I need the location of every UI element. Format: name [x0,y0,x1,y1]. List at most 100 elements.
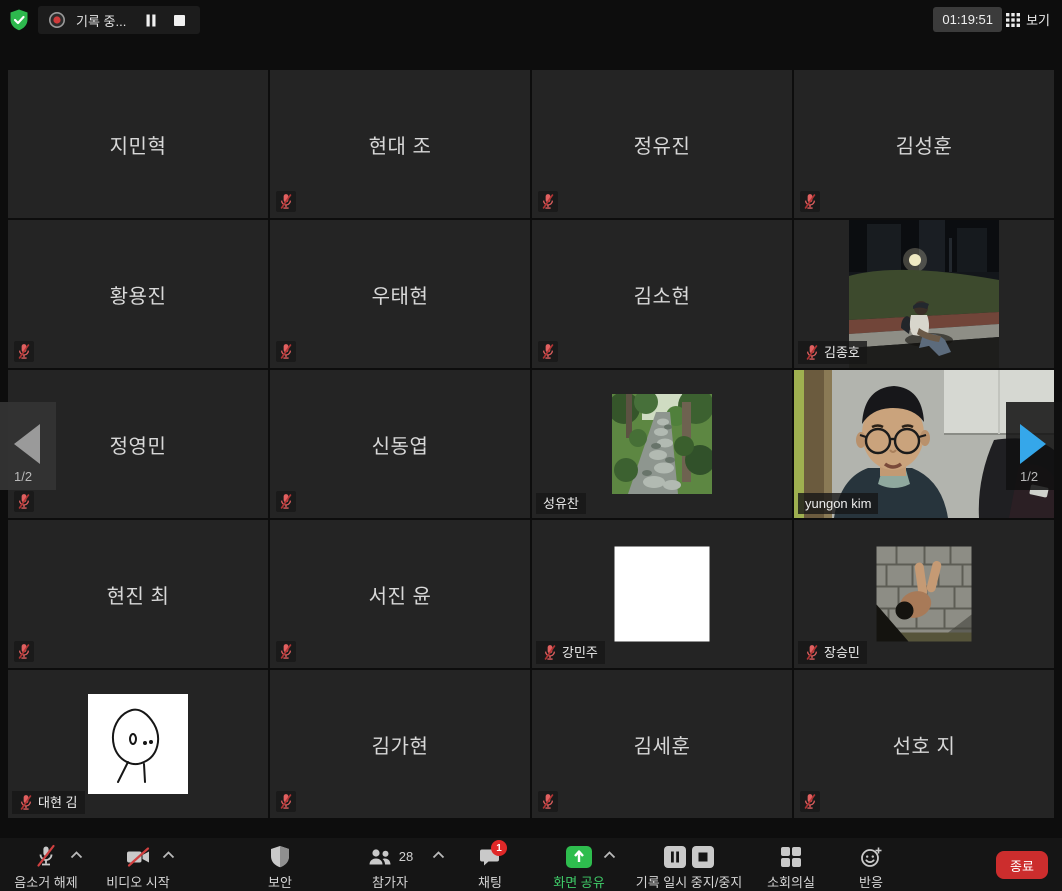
participant-tile[interactable]: 김성훈 [794,70,1054,218]
start-video-button[interactable]: 비디오 시작 [78,842,198,891]
security-shield-icon[interactable] [6,7,32,33]
participant-name: 현진 최 [8,520,268,668]
participant-name: 김종호 [824,345,860,360]
participant-name-label: 강민주 [536,641,605,664]
participant-tile[interactable]: 황용진 [8,220,268,368]
participants-label: 참가자 [372,872,408,891]
participant-avatar [612,394,712,494]
topbar: 기록 중... 01:19:51 보기 [0,0,1062,40]
participant-name: 김성훈 [794,70,1054,218]
participant-name: 지민혁 [8,70,268,218]
record-dot-icon [48,11,66,29]
security-button[interactable]: 보안 [220,842,340,891]
participant-name-label: 대현 김 [12,791,85,814]
participant-avatar [88,694,188,794]
participant-name: 황용진 [8,220,268,368]
participant-tile[interactable]: 강민주 [532,520,792,668]
participant-name-label: yungon kim [798,493,878,514]
participant-name: yungon kim [805,496,871,511]
chat-unread-badge: 1 [491,840,507,856]
mic-muted-icon [276,491,296,512]
participant-name: 성유찬 [543,496,579,511]
breakout-rooms-icon [780,846,802,868]
mic-muted-icon [538,791,558,812]
participant-tile[interactable]: 우태현 [270,220,530,368]
page-indicator: 1/2 [14,469,32,484]
participant-name-label: 장승민 [798,641,867,664]
mic-muted-icon [538,341,558,362]
participant-name: 서진 윤 [270,520,530,668]
participant-name: 김세훈 [532,670,792,818]
mic-muted-icon [538,191,558,212]
mic-muted-icon [19,794,33,811]
mic-muted-icon [14,641,34,662]
participant-name-label: 김종호 [798,341,867,364]
reactions-button[interactable]: 반응 [811,842,931,891]
participant-tile[interactable]: 지민혁 [8,70,268,218]
participant-tile[interactable]: 김종호 [794,220,1054,368]
reactions-label: 반응 [859,872,883,891]
participant-name: 신동엽 [270,370,530,518]
stop-recording-icon[interactable] [170,11,188,29]
meeting-timer: 01:19:51 [933,7,1002,32]
participant-avatar [849,220,999,368]
participants-icon [367,845,393,869]
chevron-up-icon[interactable] [162,851,175,859]
participant-name: 선호 지 [794,670,1054,818]
participant-tile[interactable]: 성유찬 [532,370,792,518]
mic-muted-icon [543,644,557,661]
end-meeting-button[interactable]: 종료 [996,851,1048,879]
pause-recording-button-icon[interactable] [664,846,686,868]
share-screen-label: 화면 공유 [553,872,604,891]
video-muted-icon [124,845,152,869]
pause-recording-icon[interactable] [142,11,160,29]
participant-tile[interactable]: 장승민 [794,520,1054,668]
next-page-panel: 1/2 [1006,402,1062,490]
grid-view-icon [1006,13,1020,27]
participant-name: 대현 김 [38,795,78,810]
participant-tile[interactable]: 김소현 [532,220,792,368]
mic-muted-icon [800,791,820,812]
participant-name: 김가현 [270,670,530,818]
participant-tile[interactable]: 선호 지 [794,670,1054,818]
mic-muted-icon [800,191,820,212]
participant-name: 강민주 [562,645,598,660]
mic-muted-icon [34,844,58,869]
view-label: 보기 [1026,10,1050,29]
view-button[interactable]: 보기 [1002,7,1054,32]
participant-name: 김소현 [532,220,792,368]
participant-avatar [615,547,710,642]
recording-label: 기록 중... [76,11,126,30]
next-page-arrow-icon[interactable] [1020,424,1046,464]
participant-tile[interactable]: 서진 윤 [270,520,530,668]
participant-tile[interactable]: 김세훈 [532,670,792,818]
video-grid: 지민혁현대 조정유진김성훈황용진우태현김소현김종호정영민신동엽성유찬yungon… [8,70,1054,818]
mic-muted-icon [14,491,34,512]
participant-tile[interactable]: 정유진 [532,70,792,218]
share-screen-icon [566,846,592,868]
shield-icon [269,845,291,869]
mic-muted-icon [14,341,34,362]
participant-avatar [877,547,972,642]
participant-name-label: 성유찬 [536,493,586,514]
mic-muted-icon [276,191,296,212]
participants-count: 28 [399,849,413,864]
participant-tile[interactable]: 신동엽 [270,370,530,518]
participant-tile[interactable]: 현대 조 [270,70,530,218]
mic-muted-icon [805,644,819,661]
unmute-label: 음소거 해제 [14,872,77,891]
mic-muted-icon [276,341,296,362]
start-video-label: 비디오 시작 [106,872,169,891]
toolbar: 음소거 해제 비디오 시작 보안 [0,838,1062,891]
zoom-meeting-window: 기록 중... 01:19:51 보기 지민혁현대 조정유진김성훈황용진우태현김… [0,0,1062,891]
stop-recording-button-icon[interactable] [692,846,714,868]
previous-page-panel: 1/2 [0,402,56,490]
participant-tile[interactable]: 김가현 [270,670,530,818]
mic-muted-icon [276,641,296,662]
page-indicator: 1/2 [1020,469,1038,484]
participant-tile[interactable]: 현진 최 [8,520,268,668]
breakout-rooms-label: 소회의실 [767,872,815,891]
participant-name: 현대 조 [270,70,530,218]
participant-tile[interactable]: 대현 김 [8,670,268,818]
previous-page-arrow-icon[interactable] [14,424,40,464]
